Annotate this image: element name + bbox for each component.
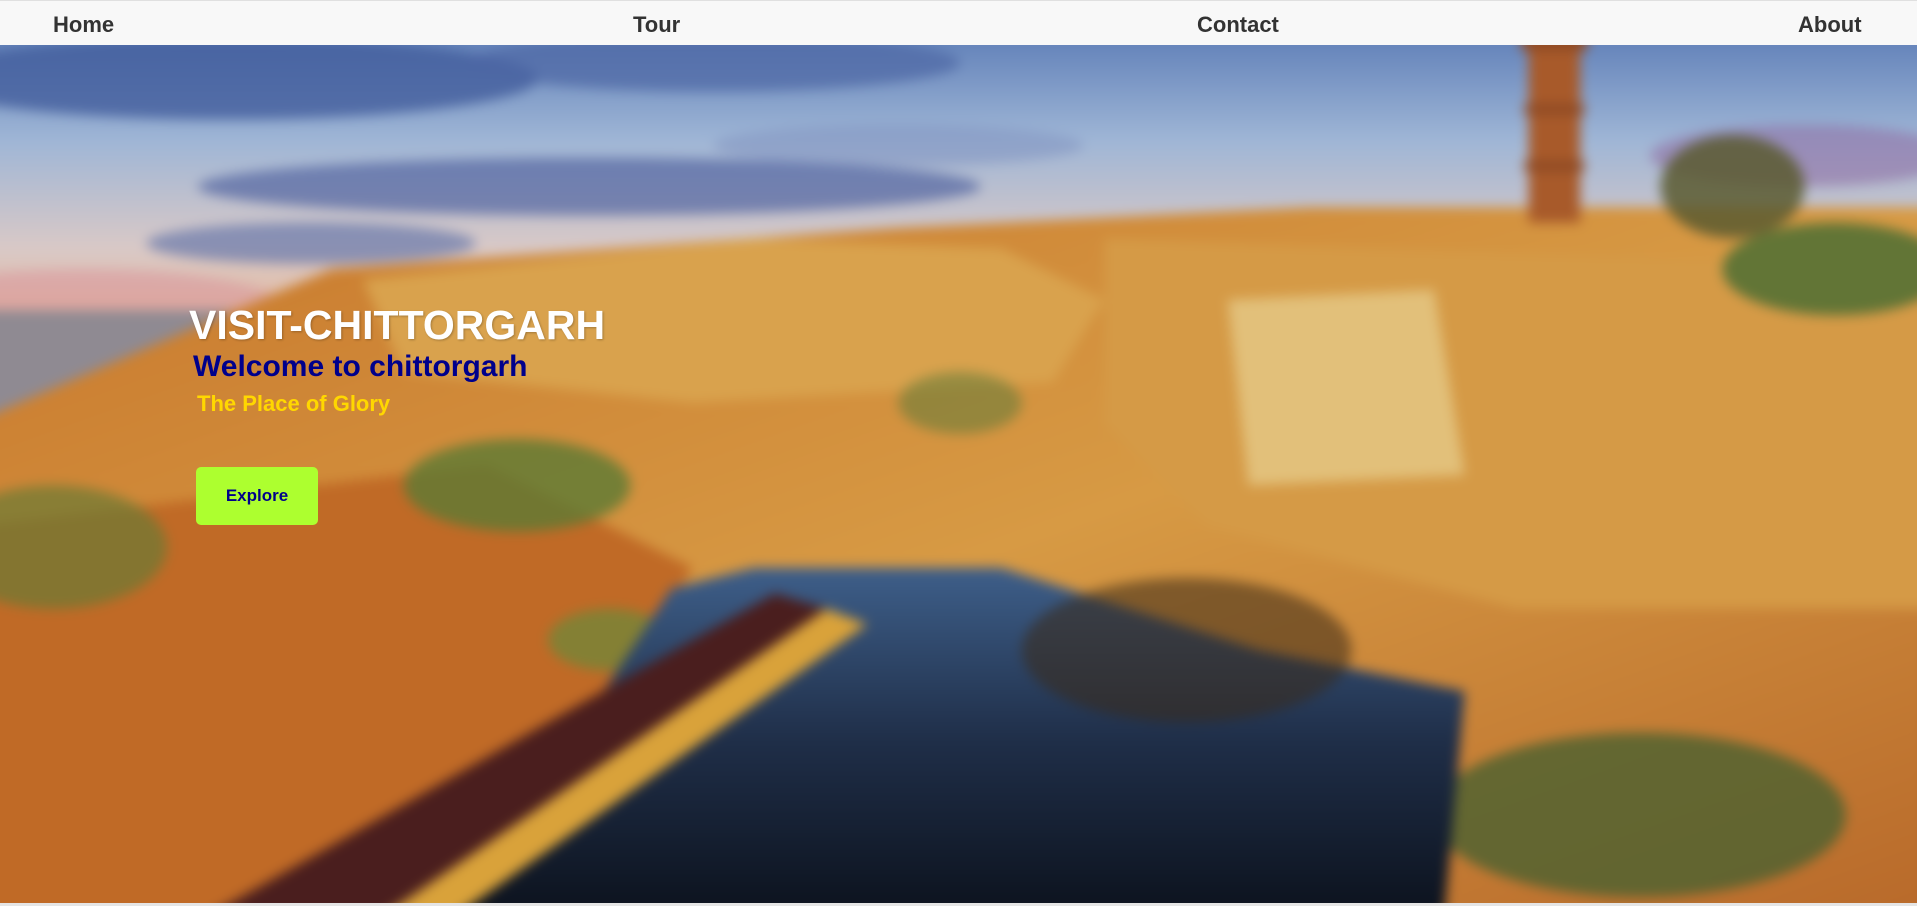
hero-title: VISIT-CHITTORGARH xyxy=(189,302,606,348)
nav-about-link[interactable]: About xyxy=(1798,12,1862,38)
nav-contact-link[interactable]: Contact xyxy=(1197,12,1279,38)
hero-tagline: The Place of Glory xyxy=(197,391,391,416)
nav-home-link[interactable]: Home xyxy=(53,12,114,38)
nav-tour-link[interactable]: Tour xyxy=(633,12,680,38)
hero-section: VISIT-CHITTORGARH Welcome to chittorgarh… xyxy=(0,45,1917,903)
top-navbar: Home Tour Contact About xyxy=(0,0,1917,45)
explore-button[interactable]: Explore xyxy=(196,467,318,525)
hero-welcome-text: Welcome to chittorgarh xyxy=(193,350,528,383)
